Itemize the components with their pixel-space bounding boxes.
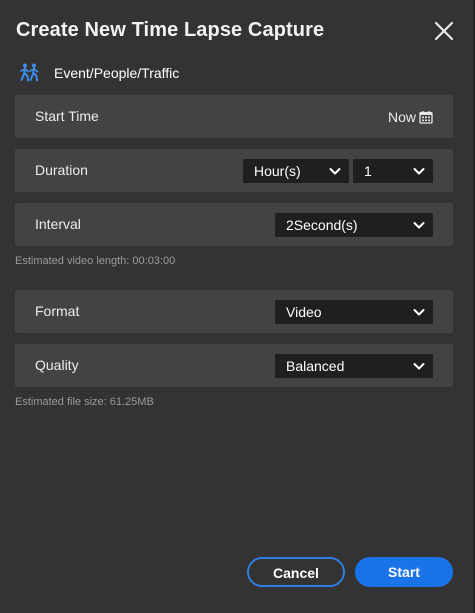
duration-unit-value: Hour(s)	[254, 163, 301, 179]
chevron-down-icon	[413, 363, 425, 370]
category-label: Event/People/Traffic	[54, 65, 180, 81]
interval-select[interactable]: 2Second(s)	[275, 213, 433, 237]
estimated-file-size: Estimated file size: 61.25MB	[15, 396, 154, 408]
format-label: Format	[35, 303, 80, 319]
close-button[interactable]	[432, 19, 456, 43]
start-time-picker[interactable]: Now	[388, 95, 433, 138]
start-time-label: Start Time	[35, 108, 99, 124]
close-icon	[434, 21, 454, 41]
chevron-down-icon	[413, 168, 425, 175]
time-lapse-dialog: Create New Time Lapse Capture Event/Peop…	[0, 0, 475, 613]
format-row: Format Video	[15, 290, 453, 333]
chevron-down-icon	[413, 222, 425, 229]
interval-row: Interval 2Second(s)	[15, 203, 453, 246]
start-time-row: Start Time Now	[15, 95, 453, 138]
format-value: Video	[286, 304, 322, 320]
duration-label: Duration	[35, 162, 88, 178]
start-button[interactable]: Start	[355, 557, 453, 587]
capture-category: Event/People/Traffic	[19, 62, 179, 84]
duration-unit-select[interactable]: Hour(s)	[243, 159, 349, 183]
quality-label: Quality	[35, 357, 79, 373]
interval-label: Interval	[35, 216, 81, 232]
quality-row: Quality Balanced	[15, 344, 453, 387]
chevron-down-icon	[413, 309, 425, 316]
estimated-video-length: Estimated video length: 00:03:00	[15, 255, 176, 267]
quality-select[interactable]: Balanced	[275, 354, 433, 378]
interval-value: 2Second(s)	[286, 217, 358, 233]
people-walking-icon	[20, 63, 39, 82]
duration-amount-select[interactable]: 1	[353, 159, 433, 183]
quality-value: Balanced	[286, 358, 345, 374]
format-select[interactable]: Video	[275, 300, 433, 324]
chevron-down-icon	[329, 168, 341, 175]
dialog-title: Create New Time Lapse Capture	[16, 19, 325, 41]
calendar-icon	[419, 110, 433, 124]
start-time-value: Now	[387, 108, 416, 125]
duration-row: Duration Hour(s) 1	[15, 149, 453, 192]
duration-amount-value: 1	[364, 163, 372, 179]
cancel-button[interactable]: Cancel	[247, 557, 345, 587]
